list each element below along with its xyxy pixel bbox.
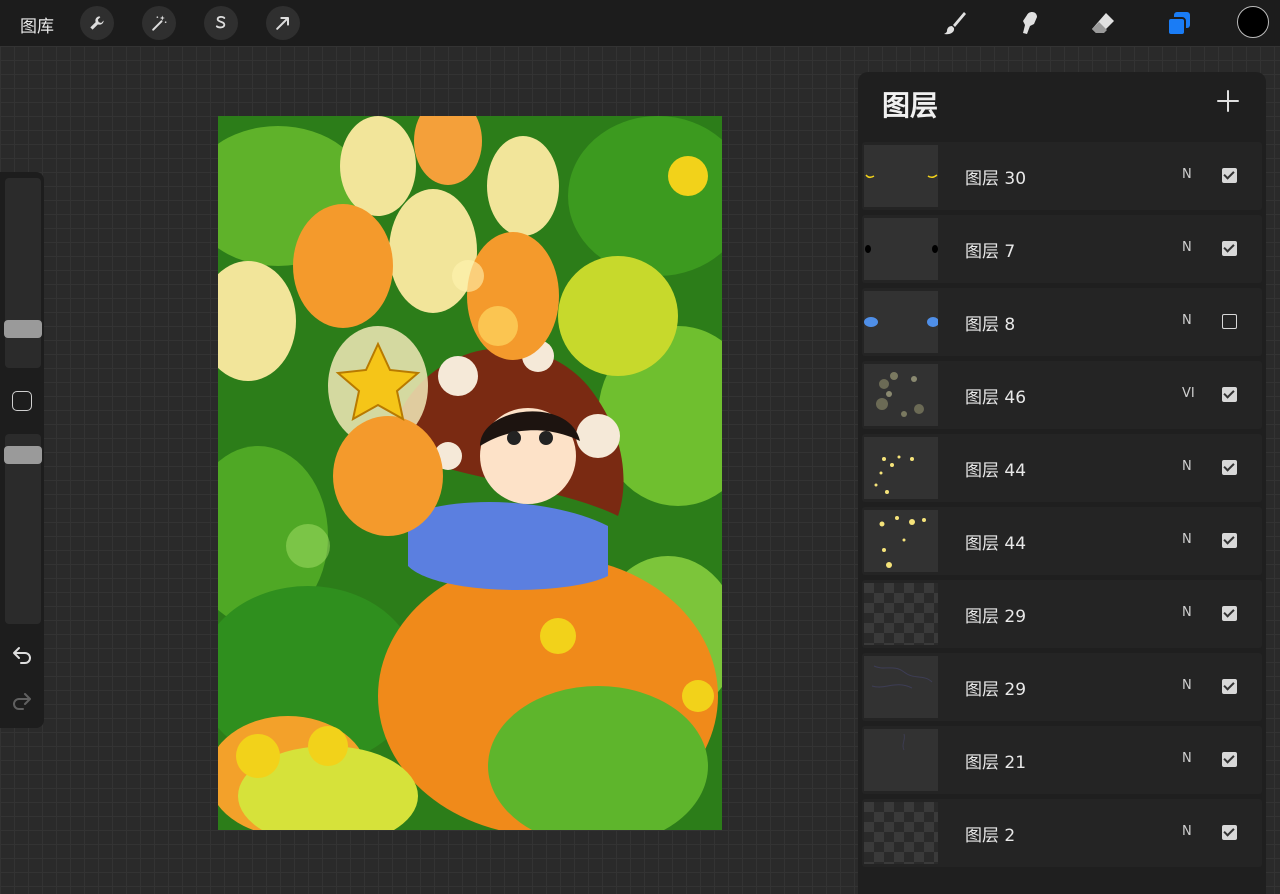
blend-mode-button[interactable]: N: [1182, 167, 1192, 182]
wrench-icon[interactable]: [80, 6, 114, 40]
layer-name: 图层 30: [965, 169, 1027, 189]
layer-thumbnail: [864, 729, 938, 791]
artwork-illustration: [218, 116, 722, 830]
blend-mode-button[interactable]: N: [1182, 824, 1192, 839]
visibility-checkbox[interactable]: [1222, 241, 1237, 256]
layer-row[interactable]: 图层 8 N: [862, 288, 1262, 356]
layers-panel: 图层 图层 30 N 图层 7 N 图层 8 N 图层 46 VI 图层 44 …: [858, 72, 1266, 894]
visibility-checkbox[interactable]: [1222, 168, 1237, 183]
visibility-checkbox[interactable]: [1222, 460, 1237, 475]
layers-icon[interactable]: [1162, 6, 1196, 40]
layer-thumbnail: [864, 510, 938, 572]
brush-icon[interactable]: [938, 6, 972, 40]
layer-thumbnail: [864, 656, 938, 718]
blend-mode-button[interactable]: N: [1182, 532, 1192, 547]
layer-row[interactable]: 图层 29 N: [862, 580, 1262, 648]
artwork-canvas[interactable]: [218, 116, 722, 830]
layer-name: 图层 46: [965, 388, 1027, 408]
layer-name: 图层 44: [965, 534, 1027, 554]
layer-name: 图层 21: [965, 753, 1027, 773]
layer-name: 图层 7: [965, 242, 1016, 262]
arrow-transform-icon[interactable]: [266, 6, 300, 40]
layer-thumbnail: [864, 218, 938, 280]
color-picker-swatch[interactable]: [1237, 6, 1269, 38]
layer-thumbnail: [864, 802, 938, 864]
layer-row[interactable]: 图层 46 VI: [862, 361, 1262, 429]
blend-mode-button[interactable]: N: [1182, 751, 1192, 766]
layer-thumbnail: [864, 145, 938, 207]
modify-button[interactable]: [12, 391, 32, 411]
visibility-checkbox[interactable]: [1222, 314, 1237, 329]
layer-row[interactable]: 图层 44 N: [862, 434, 1262, 502]
opacity-thumb[interactable]: [4, 446, 42, 464]
layer-row[interactable]: 图层 29 N: [862, 653, 1262, 721]
smudge-icon[interactable]: [1012, 6, 1046, 40]
layer-row[interactable]: 图层 30 N: [862, 142, 1262, 210]
blend-mode-button[interactable]: N: [1182, 605, 1192, 620]
visibility-checkbox[interactable]: [1222, 387, 1237, 402]
visibility-checkbox[interactable]: [1222, 752, 1237, 767]
layer-thumbnail: [864, 583, 938, 645]
blend-mode-button[interactable]: N: [1182, 240, 1192, 255]
layer-row[interactable]: 图层 2 N: [862, 799, 1262, 867]
plus-icon[interactable]: [1216, 89, 1240, 113]
redo-icon[interactable]: [10, 688, 34, 712]
layer-row[interactable]: 图层 21 N: [862, 726, 1262, 794]
panel-title: 图层: [882, 89, 939, 122]
left-sidebar: [0, 172, 44, 728]
gallery-button[interactable]: 图库: [20, 12, 54, 37]
layer-name: 图层 29: [965, 680, 1027, 700]
top-toolbar: 图库: [0, 0, 1280, 46]
visibility-checkbox[interactable]: [1222, 825, 1237, 840]
visibility-checkbox[interactable]: [1222, 533, 1237, 548]
layer-thumbnail: [864, 437, 938, 499]
layer-name: 图层 2: [965, 826, 1016, 846]
visibility-checkbox[interactable]: [1222, 679, 1237, 694]
layer-row[interactable]: 图层 44 N: [862, 507, 1262, 575]
blend-mode-button[interactable]: N: [1182, 313, 1192, 328]
visibility-checkbox[interactable]: [1222, 606, 1237, 621]
layer-thumbnail: [864, 364, 938, 426]
blend-mode-button[interactable]: VI: [1182, 386, 1195, 401]
brush-size-slider[interactable]: [5, 178, 41, 368]
selection-s-icon[interactable]: [204, 6, 238, 40]
undo-icon[interactable]: [10, 642, 34, 666]
layer-thumbnail: [864, 291, 938, 353]
blend-mode-button[interactable]: N: [1182, 459, 1192, 474]
layer-row[interactable]: 图层 7 N: [862, 215, 1262, 283]
eraser-icon[interactable]: [1086, 6, 1120, 40]
brush-size-thumb[interactable]: [4, 320, 42, 338]
magic-wand-icon[interactable]: [142, 6, 176, 40]
layer-name: 图层 44: [965, 461, 1027, 481]
layer-name: 图层 29: [965, 607, 1027, 627]
layer-name: 图层 8: [965, 315, 1016, 335]
blend-mode-button[interactable]: N: [1182, 678, 1192, 693]
